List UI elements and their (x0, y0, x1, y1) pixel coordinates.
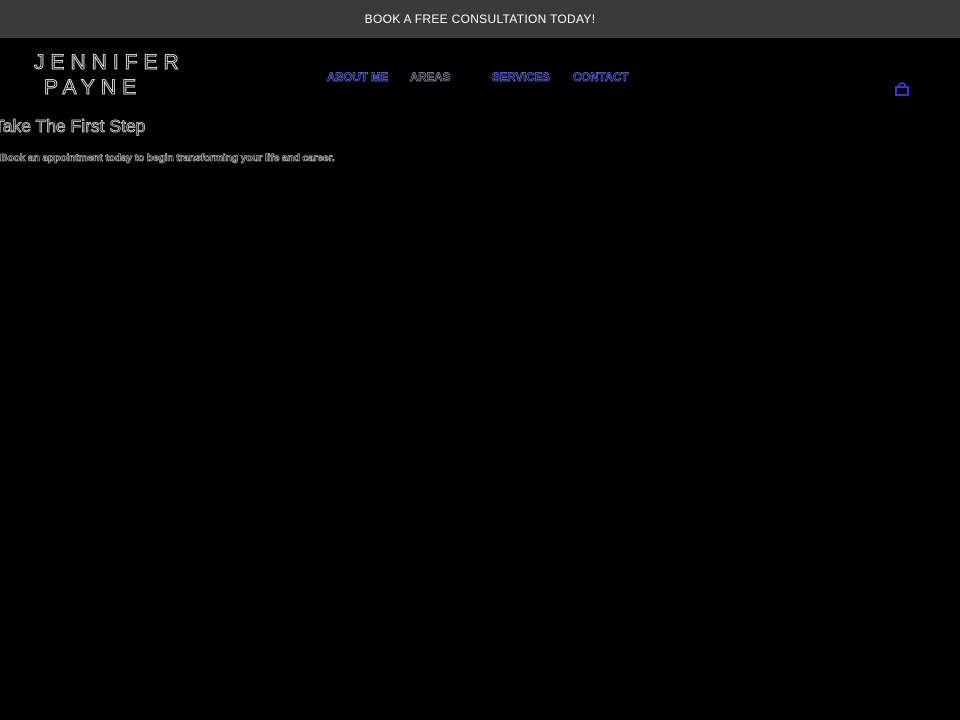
site-logo[interactable]: JENNIFER PAYNE (34, 50, 179, 104)
cart-button[interactable] (893, 80, 911, 98)
hero-heading: Take The First Step (0, 116, 146, 137)
nav-services[interactable]: SERVICES (492, 70, 551, 86)
logo-text-line-2: PAYNE (44, 76, 143, 100)
nav-contact[interactable]: CONTACT (573, 70, 629, 86)
logo-text-line-1: JENNIFER (34, 51, 185, 75)
nav-areas[interactable]: AREAS (410, 70, 451, 86)
cart-icon (895, 82, 909, 96)
announcement-link[interactable]: BOOK A FREE CONSULTATION TODAY! (365, 12, 596, 26)
announcement-bar: BOOK A FREE CONSULTATION TODAY! (0, 0, 960, 38)
nav-about-me[interactable]: ABOUT ME (327, 70, 389, 86)
hero-description: Book an appointment today to begin trans… (0, 152, 335, 165)
